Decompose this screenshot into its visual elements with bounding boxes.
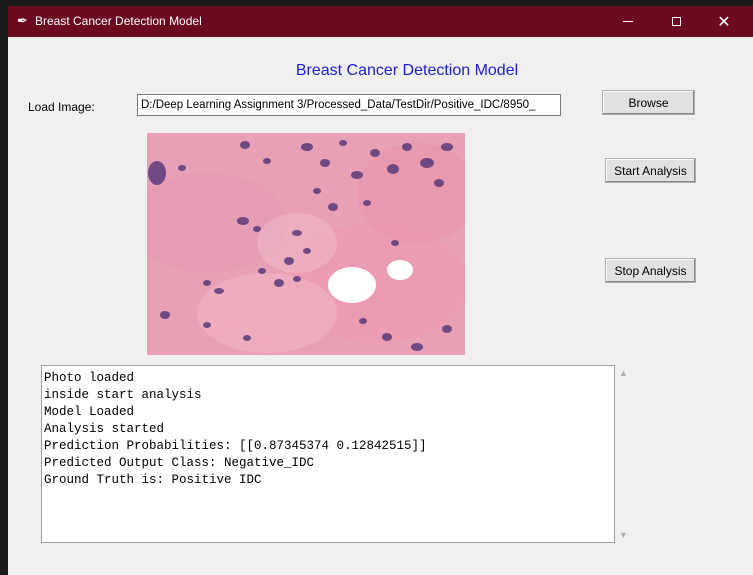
close-button[interactable]: ✕ xyxy=(701,6,747,37)
output-log-scrollbar[interactable]: ▲ ▼ xyxy=(615,365,632,543)
scroll-up-arrow-icon[interactable]: ▲ xyxy=(615,368,632,378)
load-image-label: Load Image: xyxy=(28,100,95,114)
log-line: Ground Truth is: Positive IDC xyxy=(44,473,262,487)
start-analysis-button[interactable]: Start Analysis xyxy=(605,158,696,183)
maximize-button[interactable] xyxy=(653,6,699,37)
minimize-icon xyxy=(623,21,633,22)
window-title: Breast Cancer Detection Model xyxy=(35,14,202,28)
close-icon: ✕ xyxy=(717,13,731,31)
page-title: Breast Cancer Detection Model xyxy=(295,62,519,79)
maximize-icon xyxy=(671,17,681,26)
stop-analysis-button[interactable]: Stop Analysis xyxy=(605,258,696,283)
log-line: Photo loaded xyxy=(44,371,135,385)
output-log[interactable]: Photo loaded inside start analysis Model… xyxy=(41,365,615,543)
feather-icon: ✒ xyxy=(17,13,28,28)
log-line: Predicted Output Class: Negative_IDC xyxy=(44,456,315,470)
histology-image-graphic xyxy=(147,133,465,355)
log-line: inside start analysis xyxy=(44,388,202,402)
log-line: Model Loaded xyxy=(44,405,135,419)
log-line: Prediction Probabilities: [[0.87345374 0… xyxy=(44,439,427,453)
title-bar[interactable]: ✒ Breast Cancer Detection Model ✕ xyxy=(8,6,753,37)
app-window: ✒ Breast Cancer Detection Model ✕ Breast… xyxy=(8,6,753,575)
browse-button[interactable]: Browse xyxy=(602,90,695,115)
image-path-field[interactable]: D:/Deep Learning Assignment 3/Processed_… xyxy=(137,94,561,116)
minimize-button[interactable] xyxy=(605,6,651,37)
loaded-histology-image xyxy=(147,133,465,355)
scroll-down-arrow-icon[interactable]: ▼ xyxy=(615,530,632,540)
log-line: Analysis started xyxy=(44,422,165,436)
